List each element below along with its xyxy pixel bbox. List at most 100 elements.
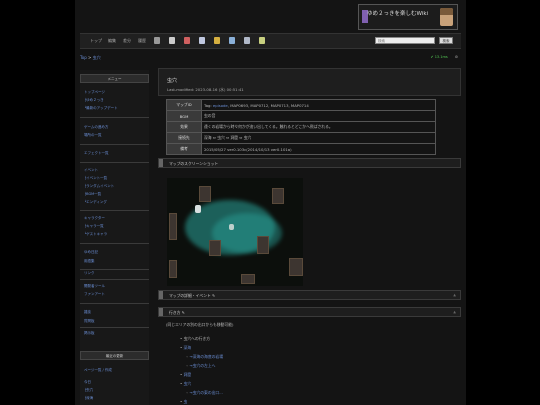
image-caption-bar[interactable]: マップのスクリーンショット	[158, 158, 461, 168]
sidebar-link[interactable]: ├BGM一覧	[84, 192, 101, 197]
sidebar-link[interactable]: ├ゆめ２っき	[84, 98, 104, 103]
sidebar-divider	[80, 117, 149, 118]
list-item-link[interactable]: →深海の海底の岩場	[189, 354, 223, 359]
rename-icon[interactable]	[199, 37, 205, 44]
status-text: 13.1ms	[434, 55, 448, 59]
section-title: 行き方 ✎	[169, 310, 185, 316]
search-input[interactable]: 検索	[375, 37, 435, 44]
sidebar-link[interactable]: トップページ	[84, 90, 105, 95]
page: ゆめ２っきを楽しむWiki トップ 編集 差分 履歴 検索 検索 Top > 虫…	[75, 0, 466, 405]
rock-pillar	[169, 260, 177, 278]
edit-icon[interactable]: ✎	[212, 293, 215, 298]
check-icon: ✔	[430, 55, 434, 59]
sidebar-link[interactable]: 質問板	[84, 319, 95, 324]
list-item-text: 虫穴への行き方	[183, 336, 211, 341]
search-placeholder: 検索	[378, 39, 385, 43]
gear-icon[interactable]: ⚙	[455, 55, 458, 59]
search-icon[interactable]	[229, 37, 235, 44]
sidebar-recent-link[interactable]: 今日	[84, 380, 91, 385]
info-key: 効果	[166, 121, 202, 133]
list-item-link[interactable]: 洞窟	[183, 372, 191, 377]
list-icon[interactable]	[214, 37, 220, 44]
tag-link[interactable]: episode	[213, 103, 228, 108]
new-page-icon[interactable]	[169, 37, 175, 44]
info-value: 虫の音	[201, 110, 436, 122]
sidebar-link[interactable]: ├ランダムイベント	[84, 184, 114, 189]
recent-icon[interactable]	[244, 37, 250, 44]
tag-rest: , MAP0693, MAP0712, MAP0713, MAP0714	[227, 102, 309, 108]
list-item: • 虫穴への行き方	[180, 336, 211, 341]
section-intro: (同じエリアの別の出口からも移動可能)	[166, 322, 234, 327]
sidebar-link[interactable]: イベント	[84, 168, 98, 173]
sidebar-link[interactable]: 掲示板	[84, 331, 95, 336]
sidebar-link[interactable]: └最新のアップデート	[84, 106, 118, 111]
info-key: BGM	[166, 110, 202, 122]
sidebar-recent-heading: 最近の更新	[80, 351, 149, 360]
sidebar-divider	[80, 279, 149, 280]
table-row: マップID Tag: episode, MAP0693, MAP0712, MA…	[166, 99, 436, 111]
section-header-route[interactable]: 行き方 ✎ ▲	[158, 307, 461, 317]
toolbar-item-diff[interactable]: 差分	[123, 38, 131, 44]
list-item-link[interactable]: →虫穴の東の出口...	[189, 390, 222, 395]
sidebar-recent-link[interactable]: ├虫穴	[84, 388, 93, 393]
scroll-up-icon[interactable]: ▲	[453, 310, 456, 314]
collapse-icon[interactable]	[159, 291, 163, 299]
info-value[interactable]: 深海 ⇔ 虫穴 ⇔ 洞窟 ⇔ 虫穴	[201, 132, 436, 144]
section-title-text: 行き方	[169, 310, 181, 315]
toolbar: トップ 編集 差分 履歴 検索 検索	[80, 33, 461, 49]
scroll-up-icon[interactable]: ▲	[453, 293, 456, 297]
table-row: 備考 2015/05/27 ver0.103c(2014/10/13 ver0.…	[166, 143, 436, 155]
section-header-details[interactable]: マップの詳細・イベント ✎ ▲	[158, 290, 461, 300]
copy-icon[interactable]	[184, 37, 190, 44]
sidebar-link[interactable]: ゲームの進め方	[84, 125, 108, 130]
list-item: ◦ →深海の海底の岩場	[186, 354, 224, 359]
attach-icon[interactable]	[154, 37, 160, 44]
sidebar-link[interactable]: 場所の一覧	[84, 133, 102, 138]
section-title-text: マップの詳細・イベント	[169, 293, 211, 298]
list-item: • 虫穴	[180, 381, 192, 386]
toolbar-item-history[interactable]: 履歴	[138, 38, 146, 44]
search-button[interactable]: 検索	[439, 37, 453, 44]
section-title: マップの詳細・イベント ✎	[169, 293, 215, 299]
collapse-icon[interactable]	[159, 159, 163, 167]
info-key: 備考	[166, 143, 202, 155]
list-item-link[interactable]: 虫穴	[183, 381, 191, 386]
info-value: 2015/05/27 ver0.103c(2014/10/13 ver0.101…	[201, 143, 436, 155]
status-indicator: ✔ 13.1ms ⚙	[431, 55, 458, 59]
sidebar-link[interactable]: 用語集	[84, 259, 95, 264]
logo-text: ゆめ２っきを楽しむWiki	[367, 11, 429, 17]
breadcrumb-current[interactable]: 虫穴	[93, 55, 101, 60]
toolbar-item-top[interactable]: トップ	[90, 38, 102, 44]
help-icon[interactable]	[259, 37, 265, 44]
sidebar-recent-link[interactable]: ├深海	[84, 396, 93, 401]
sidebar-link[interactable]: キャラクター	[84, 216, 105, 221]
table-row: BGM 虫の音	[166, 110, 436, 122]
sidebar-link[interactable]: └エンディング	[84, 200, 107, 205]
sidebar-recent-link[interactable]: ページ一覧 / 作成	[84, 368, 112, 373]
sidebar-link[interactable]: ├イベント一覧	[84, 176, 107, 181]
list-item-link[interactable]: 虫	[183, 399, 187, 404]
list-item: • 深海	[180, 345, 192, 350]
sidebar-link[interactable]: ├キャラ一覧	[84, 224, 104, 229]
edit-icon[interactable]: ✎	[182, 310, 185, 315]
list-item: • 虫	[180, 399, 188, 404]
page-title: 虫穴	[167, 78, 178, 84]
sidebar-link[interactable]: └ゲストキャラ	[84, 232, 107, 237]
breadcrumb-top-link[interactable]: Top	[80, 55, 87, 60]
list-item-link[interactable]: →虫穴の左上へ	[189, 363, 215, 368]
collapse-icon[interactable]	[159, 308, 163, 316]
list-item-link[interactable]: 深海	[183, 345, 191, 350]
sidebar-link[interactable]: 開発者ツール	[84, 284, 105, 289]
sidebar-link[interactable]: ファンアート	[84, 292, 105, 297]
site-logo[interactable]: ゆめ２っきを楽しむWiki	[358, 4, 458, 30]
info-table: マップID Tag: episode, MAP0693, MAP0712, MA…	[166, 99, 436, 155]
character-hair-icon	[440, 8, 453, 15]
sidebar-link[interactable]: 雑談	[84, 310, 91, 315]
sidebar-link[interactable]: エフェクト一覧	[84, 151, 109, 156]
sidebar-link[interactable]: ゆめ日記	[84, 250, 98, 255]
toolbar-item-edit[interactable]: 編集	[108, 38, 116, 44]
sidebar-link[interactable]: リンク	[84, 271, 95, 276]
rock-pillar	[289, 258, 303, 276]
info-value: Tag: episode, MAP0693, MAP0712, MAP0713,…	[201, 99, 436, 111]
sidebar-divider	[80, 144, 149, 145]
